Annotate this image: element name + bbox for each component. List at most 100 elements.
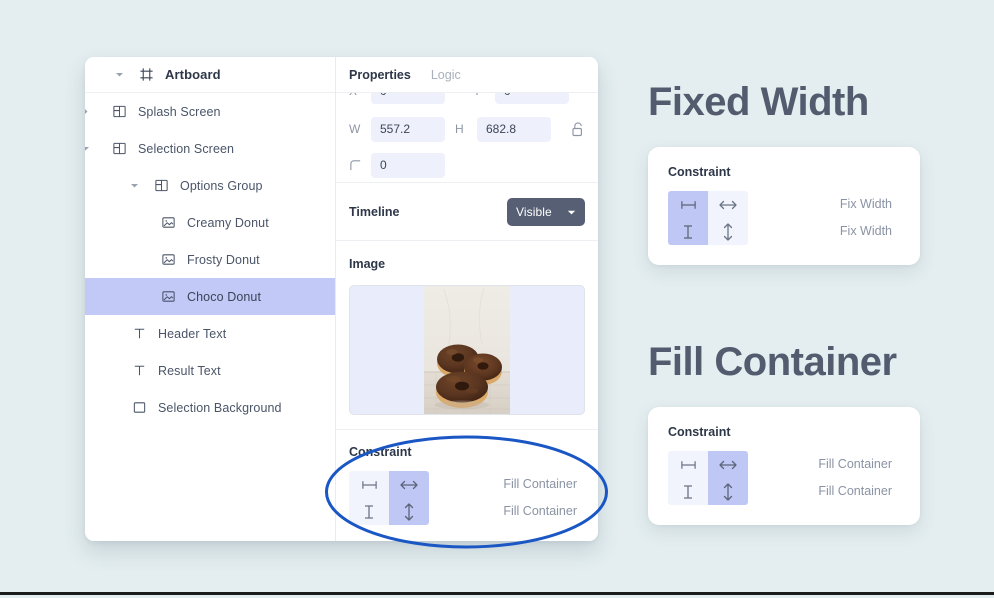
tree-item-label: Header Text bbox=[158, 326, 227, 341]
fill-container-title: Fill Container bbox=[648, 340, 897, 384]
y-label: Y bbox=[473, 93, 495, 98]
fixed-horizontal-icon bbox=[680, 199, 697, 211]
y-field[interactable]: Y 0 bbox=[473, 93, 569, 104]
image-title: Image bbox=[349, 257, 386, 271]
fixed-width-card: Constraint Fix Width Fix Width bbox=[648, 147, 920, 265]
y-input[interactable]: 0 bbox=[495, 93, 569, 104]
donut-photo-illustration bbox=[424, 286, 510, 414]
resize-horizontal-icon bbox=[719, 199, 737, 211]
constraint-vertical-value: Fill Container bbox=[818, 484, 892, 498]
fill-vertical-toggle[interactable] bbox=[389, 498, 429, 525]
fixed-horizontal-toggle[interactable] bbox=[668, 451, 708, 478]
screen-icon bbox=[111, 104, 127, 120]
constraint-toggle-grid bbox=[668, 191, 748, 245]
timeline-visibility-label: Visible bbox=[516, 204, 552, 219]
tree-item-label: Choco Donut bbox=[187, 289, 262, 304]
width-field[interactable]: W 557.2 bbox=[349, 116, 445, 142]
image-icon bbox=[160, 215, 176, 231]
timeline-visibility-dropdown[interactable]: Visible bbox=[507, 197, 585, 226]
constraint-title: Constraint bbox=[668, 425, 731, 439]
fixed-vertical-icon bbox=[363, 504, 375, 520]
constraint-horizontal-value: Fill Container bbox=[503, 477, 577, 491]
fixed-vertical-toggle[interactable] bbox=[668, 218, 708, 245]
tab-logic[interactable]: Logic bbox=[431, 68, 461, 82]
corner-radius-field[interactable]: 0 bbox=[349, 152, 445, 178]
fill-container-card: Constraint Fill Container Fill Container bbox=[648, 407, 920, 525]
fill-horizontal-toggle[interactable] bbox=[389, 471, 429, 498]
constraint-vertical-value: Fix Width bbox=[839, 224, 892, 238]
tree-item-choco-donut[interactable]: Choco Donut bbox=[85, 278, 335, 315]
x-field[interactable]: X 0 bbox=[349, 93, 445, 104]
caret-down-icon[interactable] bbox=[127, 179, 141, 193]
constraint-title: Constraint bbox=[668, 165, 731, 179]
layers-tree-panel: Artboard Splash Screen Selection Screen … bbox=[85, 57, 336, 541]
tree-item-splash-screen[interactable]: Splash Screen bbox=[85, 93, 335, 130]
tree-item-creamy-donut[interactable]: Creamy Donut bbox=[85, 204, 335, 241]
x-input[interactable]: 0 bbox=[371, 93, 445, 104]
design-tool-window: Artboard Splash Screen Selection Screen … bbox=[85, 57, 598, 541]
image-icon bbox=[160, 252, 176, 268]
fixed-width-title: Fixed Width bbox=[648, 80, 869, 124]
properties-tabs: Properties Logic bbox=[336, 57, 598, 93]
constraint-toggle-grid bbox=[668, 451, 748, 505]
resize-vertical-icon bbox=[722, 222, 734, 241]
unlock-icon[interactable] bbox=[571, 120, 585, 138]
tree-item-label: Options Group bbox=[180, 178, 263, 193]
transform-wh-row: W 557.2 H 682.8 bbox=[336, 110, 598, 148]
fixed-horizontal-icon bbox=[361, 479, 378, 491]
constraint-title: Constraint bbox=[349, 445, 412, 459]
width-input[interactable]: 557.2 bbox=[371, 116, 445, 142]
constraint-section: Constraint Fill Container Fill Container bbox=[336, 430, 598, 539]
tree-item-frosty-donut[interactable]: Frosty Donut bbox=[85, 241, 335, 278]
image-icon bbox=[160, 289, 176, 305]
corner-radius-icon bbox=[349, 159, 371, 172]
corner-radius-input[interactable]: 0 bbox=[371, 152, 445, 178]
constraint-vertical-value: Fill Container bbox=[503, 504, 577, 518]
tree-item-selection-screen[interactable]: Selection Screen bbox=[85, 130, 335, 167]
timeline-section: Timeline Visible bbox=[336, 183, 598, 240]
tab-properties[interactable]: Properties bbox=[349, 68, 411, 82]
fixed-horizontal-icon bbox=[680, 459, 697, 471]
image-section: Image bbox=[336, 241, 598, 429]
chevron-down-icon bbox=[567, 205, 576, 219]
fill-vertical-toggle[interactable] bbox=[708, 478, 748, 505]
constraint-toggle-grid bbox=[349, 471, 429, 525]
tree-item-label: Splash Screen bbox=[138, 104, 221, 119]
text-icon bbox=[131, 363, 147, 379]
bottom-rule bbox=[0, 592, 994, 595]
fixed-horizontal-toggle[interactable] bbox=[349, 471, 389, 498]
fixed-vertical-icon bbox=[682, 224, 694, 240]
tree-root-label: Artboard bbox=[165, 67, 221, 82]
tree-item-options-group[interactable]: Options Group bbox=[85, 167, 335, 204]
resize-horizontal-icon bbox=[400, 479, 418, 491]
resize-vertical-icon bbox=[403, 502, 415, 521]
properties-panel: Properties Logic X 0 Y 0 bbox=[336, 57, 598, 541]
tree-item-header-text[interactable]: Header Text bbox=[85, 315, 335, 352]
caret-right-icon[interactable] bbox=[85, 103, 90, 121]
height-input[interactable]: 682.8 bbox=[477, 116, 551, 142]
fill-vertical-toggle[interactable] bbox=[708, 218, 748, 245]
fill-horizontal-toggle[interactable] bbox=[708, 191, 748, 218]
fixed-vertical-icon bbox=[682, 484, 694, 500]
rect-icon bbox=[131, 400, 147, 416]
fixed-width-callout: Fixed Width Constraint Fix Width Fix Wid… bbox=[648, 80, 920, 265]
resize-horizontal-icon bbox=[719, 459, 737, 471]
caret-down-icon[interactable] bbox=[112, 68, 126, 82]
tree-root-artboard[interactable]: Artboard bbox=[85, 57, 335, 93]
tree-item-label: Creamy Donut bbox=[187, 215, 269, 230]
tree-item-result-text[interactable]: Result Text bbox=[85, 352, 335, 389]
fixed-vertical-toggle[interactable] bbox=[349, 498, 389, 525]
image-preview-frame[interactable] bbox=[349, 285, 585, 415]
transform-xy-row-clipped: X 0 Y 0 bbox=[336, 93, 598, 110]
tree-item-label: Result Text bbox=[158, 363, 221, 378]
caret-down-icon[interactable] bbox=[85, 140, 90, 158]
screen-icon bbox=[153, 178, 169, 194]
resize-vertical-icon bbox=[722, 482, 734, 501]
fill-horizontal-toggle[interactable] bbox=[708, 451, 748, 478]
fixed-horizontal-toggle[interactable] bbox=[668, 191, 708, 218]
fixed-vertical-toggle[interactable] bbox=[668, 478, 708, 505]
tree-item-selection-background[interactable]: Selection Background bbox=[85, 389, 335, 426]
height-field[interactable]: H 682.8 bbox=[455, 116, 551, 142]
fill-container-callout: Fill Container Constraint Fill Container… bbox=[648, 340, 920, 525]
text-icon bbox=[131, 326, 147, 342]
